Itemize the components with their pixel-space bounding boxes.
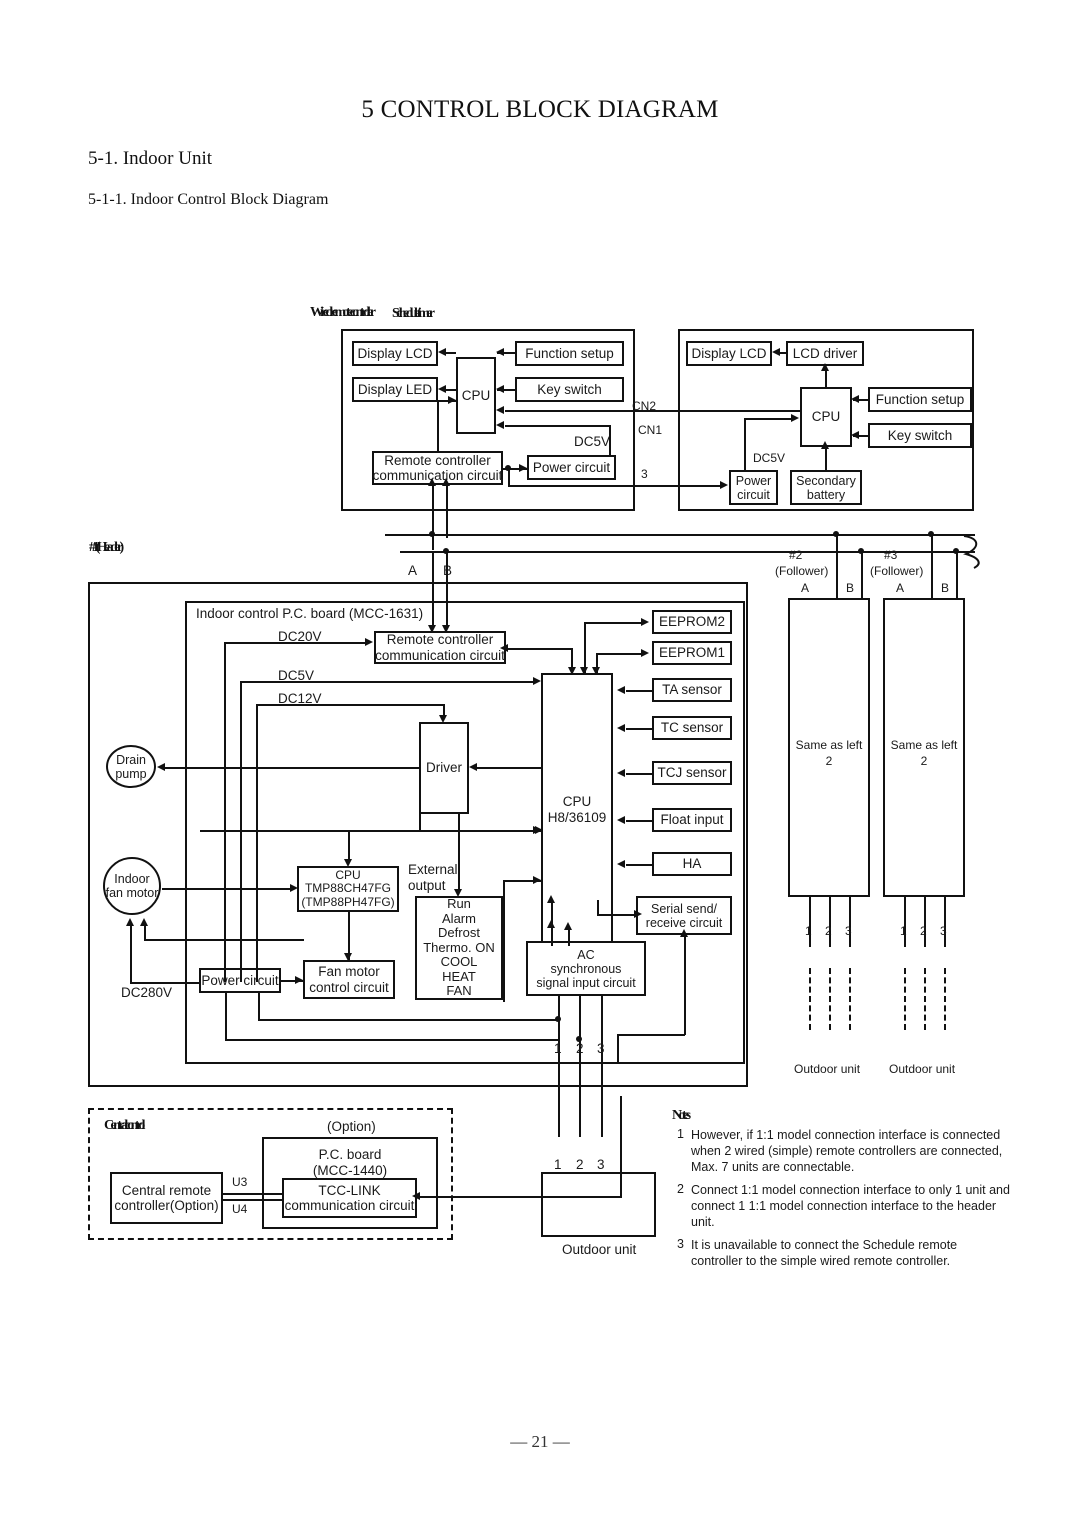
note-item: 3 It is unavailable to connect the Sched…: [672, 1237, 1010, 1269]
follower2-id: #2: [789, 548, 803, 562]
follower3-terminal-1: 1: [900, 924, 907, 938]
connector-3-label: 3: [641, 467, 648, 481]
peripheral-float-input: Float input: [652, 808, 732, 832]
peripheral-ta-sensor: TA sensor: [652, 678, 732, 702]
page-title: 5 CONTROL BLOCK DIAGRAM: [361, 96, 719, 123]
follower3-role: (Follower): [870, 564, 924, 578]
cn2-label: CN2: [632, 399, 657, 413]
cpu-sub-box: CPU TMP88CH47FG (TMP88PH47FG): [297, 866, 399, 912]
terminal-1-label: 1: [554, 1041, 562, 1056]
terminal-3-label: 3: [597, 1041, 605, 1056]
note-text: It is unavailable to connect the Schedul…: [691, 1238, 958, 1268]
follower2-outdoor-unit: Outdoor unit: [794, 1062, 861, 1076]
drain-pump: Drain pump: [106, 745, 156, 788]
follower2-role: (Follower): [775, 564, 829, 578]
terminal-2-label: 2: [576, 1041, 584, 1056]
follower2-line-a: A: [801, 581, 810, 595]
ac-sync-box: AC synchronous signal input circuit: [526, 941, 646, 996]
follower3-line-a: A: [896, 581, 905, 595]
remote-comm-box-left: Remote controller communication circuit: [372, 451, 503, 485]
outdoor-terminal-3: 3: [597, 1157, 605, 1172]
secondary-battery-box: Secondary battery: [790, 470, 862, 505]
follower3-line-b: B: [941, 581, 950, 595]
follower2-body-line2: 2: [825, 754, 833, 768]
dc5v-label-right: DC5V: [753, 451, 786, 465]
u4-label: U4: [232, 1202, 248, 1216]
display-lcd-box-right: Display LCD: [686, 341, 772, 366]
key-switch-box-right: Key switch: [868, 423, 972, 448]
cpu-box-left: CPU: [456, 357, 496, 434]
function-setup-box-left: Function setup: [515, 341, 624, 366]
peripheral-eeprom2: EEPROM2: [652, 610, 732, 634]
note-number: 2: [677, 1182, 684, 1196]
outdoor-unit-box-header: [541, 1172, 656, 1237]
schedule-remote-controller-label: Schedule timer: [392, 306, 435, 321]
follower3-terminal-2: 2: [920, 924, 927, 938]
note-text: Connect 1:1 model connection interface t…: [691, 1183, 1010, 1229]
fan-motor-control-box: Fan motor control circuit: [303, 960, 395, 999]
tcc-link-box: TCC-LINK communication circuit: [282, 1178, 417, 1218]
follower2-body-line1: Same as left: [795, 738, 863, 752]
bus-line-a-label: A: [408, 563, 418, 578]
peripheral-ha: HA: [652, 852, 732, 876]
central-remote-controller-box: Central remote controller(Option): [110, 1172, 223, 1224]
follower3-terminal-3: 3: [940, 924, 947, 938]
u3-label: U3: [232, 1175, 248, 1189]
follower2-terminal-1: 1: [805, 924, 812, 938]
follower3-body-line2: 2: [920, 754, 928, 768]
indoor-fan-motor: Indoor fan motor: [103, 857, 161, 915]
central-pc-board-label: P.C. board (MCC-1440): [312, 1147, 388, 1178]
central-control-group-label: Central control: [104, 1118, 145, 1133]
peripheral-tcj-sensor: TCJ sensor: [652, 761, 732, 785]
driver-box: Driver: [419, 722, 469, 814]
page-number: — 21 —: [510, 1432, 570, 1451]
dc280v-label: DC280V: [121, 985, 173, 1000]
follower3-id: #3: [884, 548, 898, 562]
cpu-box-right: CPU: [800, 387, 852, 447]
wire-break-symbol: [960, 534, 980, 569]
key-switch-box-left: Key switch: [515, 377, 624, 402]
external-output-list: Run Alarm Defrost Thermo. ON COOL HEAT F…: [415, 896, 503, 1000]
peripheral-tc-sensor: TC sensor: [652, 716, 732, 740]
follower3-body-line1: Same as left: [890, 738, 958, 752]
cn1-label: CN1: [638, 423, 663, 437]
central-control-option-label: (Option): [327, 1119, 376, 1134]
note-item: 2 Connect 1:1 model connection interface…: [672, 1182, 1010, 1230]
note-text: However, if 1:1 model connection interfa…: [691, 1128, 1003, 1174]
external-output-label: External output: [408, 862, 458, 893]
display-led-box: Display LED: [352, 377, 438, 402]
peripheral-eeprom1: EEPROM1: [652, 641, 732, 665]
outdoor-terminal-1: 1: [554, 1157, 562, 1172]
notes-list: 1 However, if 1:1 model connection inter…: [672, 1127, 1010, 1276]
wired-remote-controller-label: Wired remote controller: [310, 305, 376, 320]
section-heading: 5-1. Indoor Unit: [88, 148, 213, 169]
subsection-heading: 5-1-1. Indoor Control Block Diagram: [88, 191, 329, 208]
function-setup-box-right: Function setup: [868, 387, 972, 412]
indoor-board-title: Indoor control P.C. board (MCC-1631): [196, 606, 424, 621]
follower2-terminal-2: 2: [825, 924, 832, 938]
follower3-outdoor-unit: Outdoor unit: [889, 1062, 956, 1076]
header-unit-label: #1 (Header): [89, 540, 124, 555]
note-number: 3: [677, 1237, 684, 1251]
outdoor-unit-label-header: Outdoor unit: [562, 1242, 637, 1257]
power-circuit-box-right: Power circuit: [729, 470, 778, 505]
follower2-line-b: B: [846, 581, 855, 595]
remote-comm-box-board: Remote controller communication circuit: [374, 631, 506, 664]
notes-heading: Notes: [672, 1108, 691, 1123]
display-lcd-box-left: Display LCD: [352, 341, 438, 366]
power-circuit-box-left: Power circuit: [527, 455, 616, 480]
follower2-terminal-3: 3: [845, 924, 852, 938]
note-number: 1: [677, 1127, 684, 1141]
dc5v-label-left: DC5V: [574, 434, 611, 449]
outdoor-terminal-2: 2: [576, 1157, 584, 1172]
note-item: 1 However, if 1:1 model connection inter…: [672, 1127, 1010, 1175]
